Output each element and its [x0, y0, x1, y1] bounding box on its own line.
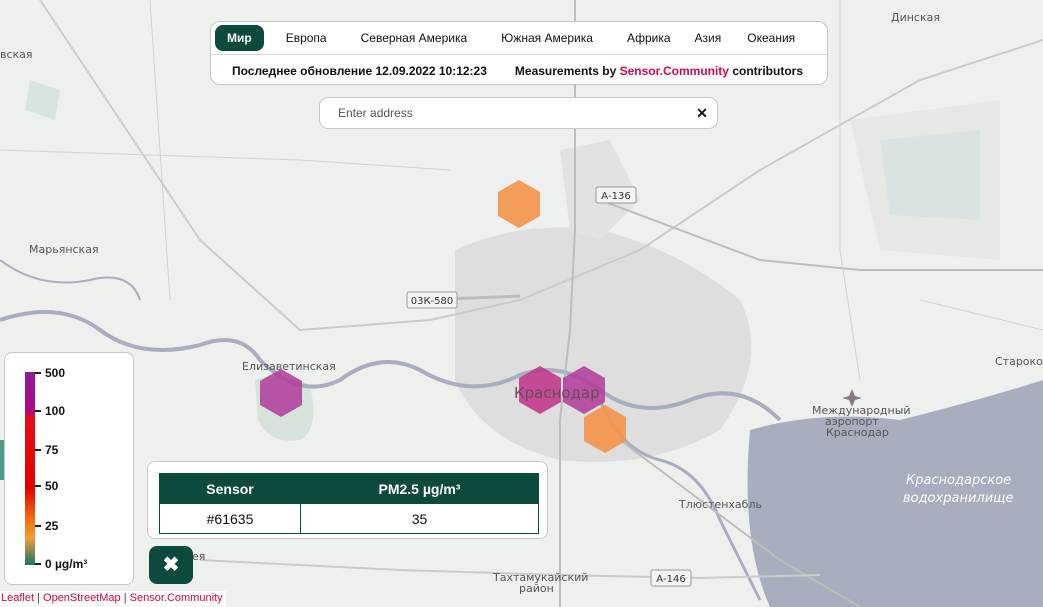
openstreetmap-link[interactable]: OpenStreetMap	[43, 592, 121, 604]
legend-tick	[35, 449, 41, 451]
leaflet-link[interactable]: Leaflet	[1, 592, 34, 604]
sensor-community-link[interactable]: Sensor.Community	[620, 64, 729, 78]
legend-label: 100	[45, 404, 66, 418]
legend-tick	[35, 525, 41, 527]
road-shield-a136: А-136	[595, 186, 637, 204]
tab-asia[interactable]: Азия	[683, 25, 734, 51]
city-label-krasnodar: Краснодар	[514, 384, 600, 402]
legend-label: 50	[45, 479, 59, 493]
close-icon: ✖	[162, 554, 180, 576]
place-label: Динская	[891, 11, 940, 24]
place-label: вская	[0, 48, 33, 61]
airport-label: Краснодар	[826, 426, 889, 439]
svg-text:03К-580: 03К-580	[411, 296, 454, 307]
tab-africa[interactable]: Африка	[615, 25, 683, 51]
region-nav-panel: Мир Европа Северная Америка Южная Америк…	[210, 21, 828, 85]
pm-legend: 500 100 75 50 25 0 µg/m³	[4, 352, 134, 585]
close-icon[interactable]: ✕	[693, 104, 711, 122]
credit-suffix: contributors	[732, 63, 803, 78]
sensor-popup: Sensor PM2.5 µg/m³ #61635 35	[147, 461, 548, 539]
info-bar: Последнее обновление 12.09.2022 10:12:23…	[211, 55, 827, 86]
legend-label: 25	[45, 519, 59, 533]
sensor-table: Sensor PM2.5 µg/m³ #61635 35	[159, 473, 539, 534]
close-popup-button[interactable]: ✖	[149, 546, 193, 584]
tab-world[interactable]: Мир	[215, 25, 264, 51]
pm25-header: PM2.5 µg/m³	[300, 473, 539, 504]
sensor-header: Sensor	[159, 473, 301, 504]
map-attribution: Leaflet | OpenStreetMap | Sensor.Communi…	[0, 591, 226, 607]
legend-label: 0 µg/m³	[45, 557, 88, 571]
legend-tick	[35, 485, 41, 487]
legend-tick	[35, 563, 41, 565]
credit-prefix: Measurements by	[514, 63, 617, 78]
tab-north-america[interactable]: Северная Америка	[349, 25, 480, 51]
road-shield-a146: А-146	[650, 569, 692, 587]
place-label: Марьянская	[29, 243, 99, 256]
place-label: Елизаветинская	[242, 360, 336, 373]
tab-oceania[interactable]: Океания	[735, 25, 807, 51]
road-shield-03k580: 03К-580	[406, 291, 458, 309]
tab-europe[interactable]: Европа	[274, 25, 339, 51]
svg-text:А-136: А-136	[601, 191, 631, 202]
legend-label: 75	[45, 443, 59, 457]
address-search: ✕	[319, 97, 718, 129]
pm25-value-cell: 35	[300, 503, 539, 534]
legend-tick	[35, 410, 41, 412]
legend-tick	[35, 372, 41, 374]
region-tabs: Мир Европа Северная Америка Южная Америк…	[211, 22, 827, 55]
place-label: Старокор	[995, 355, 1043, 368]
attribution-separator: |	[123, 592, 127, 604]
sensor-id-cell: #61635	[159, 503, 301, 534]
last-update-text: Последнее обновление 12.09.2022 10:12:23	[232, 63, 487, 78]
legend-color-bar	[25, 372, 35, 565]
water-label: Краснодарское	[906, 473, 1011, 488]
place-label: район	[519, 582, 554, 595]
tab-south-america[interactable]: Южная Америка	[489, 25, 605, 51]
legend-label: 500	[45, 366, 66, 380]
place-label: ея	[192, 550, 205, 563]
water-label: водохранилище	[903, 491, 1013, 506]
svg-text:А-146: А-146	[656, 574, 686, 585]
place-label: Тлюстенхабль	[678, 498, 762, 511]
attribution-separator: |	[37, 592, 40, 604]
sensor-community-attribution-link[interactable]: Sensor.Community	[130, 592, 223, 604]
address-search-input[interactable]	[336, 105, 680, 121]
